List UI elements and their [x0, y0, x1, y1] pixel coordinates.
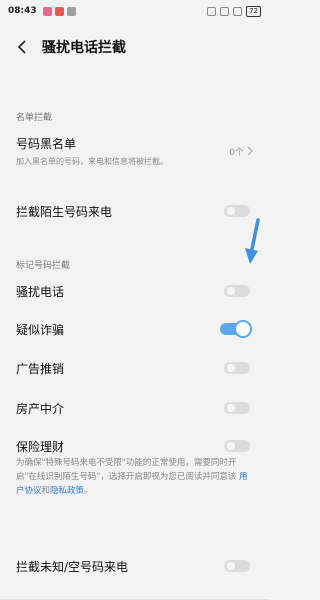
- notice-and: 和: [41, 486, 51, 496]
- header: 骚扰电话拦截: [0, 28, 269, 66]
- toggle-knob: [227, 562, 235, 570]
- blacklist-row[interactable]: 号码黑名单 加入黑名单的号码，来电和信息将被拦截。 0个: [0, 130, 269, 172]
- status-right: 72: [207, 5, 261, 17]
- wifi-icon: [233, 6, 243, 16]
- chevron-right-icon: [247, 146, 253, 156]
- status-time: 08:43: [8, 6, 37, 16]
- stranger-calls-title: 拦截陌生号码来电: [16, 204, 113, 219]
- notice-text: 为确保"特殊号码来电不受限"功能的正常使用，需要同时开启"在线识别陌生号码"，选…: [16, 456, 256, 498]
- notification-icons: [42, 6, 76, 16]
- notice-body: 为确保"特殊号码来电不受限"功能的正常使用，需要同时开启"在线识别陌生号码"，选…: [16, 458, 237, 482]
- blacklist-title: 号码黑名单: [16, 137, 77, 151]
- back-icon[interactable]: [12, 37, 32, 57]
- realestate-toggle[interactable]: [224, 402, 250, 414]
- app-notification-icon: [66, 6, 76, 16]
- signal-icon: [220, 6, 230, 16]
- toggle-knob: [234, 320, 252, 338]
- page-title: 骚扰电话拦截: [42, 40, 126, 56]
- toggle-knob: [227, 442, 235, 450]
- annotation-arrow-icon: [245, 218, 260, 264]
- fraud-toggle[interactable]: [220, 320, 252, 338]
- ads-toggle[interactable]: [224, 362, 250, 374]
- privacy-policy-link[interactable]: 隐私政策: [50, 486, 84, 496]
- insurance-title: 保险理财: [16, 439, 65, 454]
- app-notification-icon: [42, 6, 52, 16]
- blacklist-count-group: 0个: [229, 145, 253, 158]
- blacklist-count: 0个: [229, 147, 244, 158]
- section-label-blacklist: 名单拦截: [16, 113, 53, 123]
- app-notification-icon: [54, 6, 64, 16]
- harassment-toggle[interactable]: [224, 285, 250, 297]
- blacklist-subtitle: 加入黑名单的号码，来电和信息将被拦截。: [16, 157, 168, 166]
- toggle-knob: [227, 364, 235, 372]
- status-bar: 08:43 72: [0, 0, 269, 22]
- section-label-marked: 标记号码拦截: [16, 261, 71, 271]
- toggle-knob: [227, 207, 235, 215]
- toggle-knob: [227, 404, 235, 412]
- insurance-toggle[interactable]: [224, 440, 250, 452]
- battery-icon: 72: [246, 5, 261, 17]
- unknown-calls-title: 拦截未知/空号码来电: [16, 559, 129, 574]
- harassment-title: 骚扰电话: [16, 284, 65, 299]
- toggle-knob: [227, 287, 235, 295]
- stranger-calls-toggle[interactable]: [224, 205, 250, 217]
- ads-title: 广告推销: [16, 361, 65, 376]
- notice-end: 。: [84, 486, 93, 496]
- alarm-icon: [207, 6, 217, 16]
- unknown-calls-toggle[interactable]: [224, 560, 250, 572]
- fraud-title: 疑似诈骗: [16, 322, 65, 337]
- realestate-title: 房产中介: [16, 401, 65, 416]
